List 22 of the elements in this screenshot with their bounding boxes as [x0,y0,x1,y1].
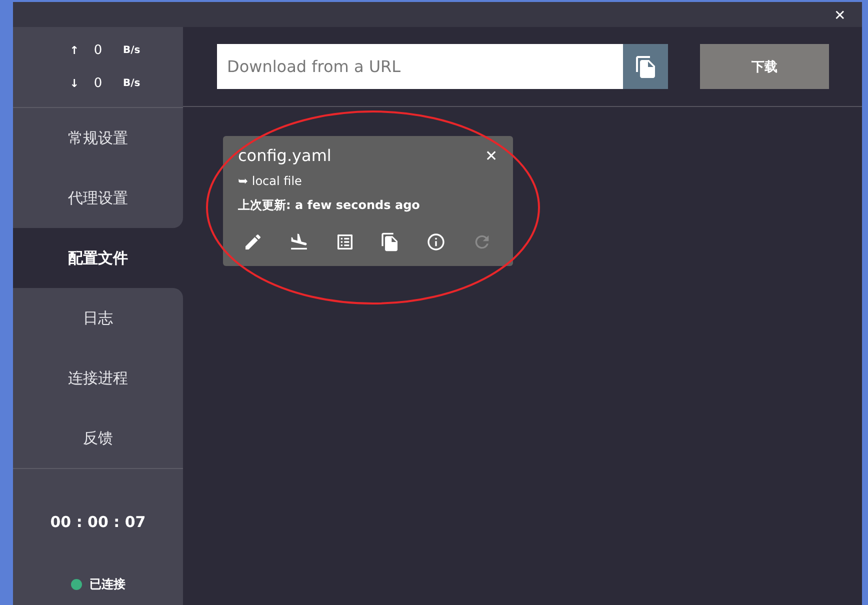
last-updated: 上次更新: a few seconds ago [238,197,421,214]
status-label: 已连接 [90,576,126,593]
sidebar-item[interactable]: 配置文件 [13,228,183,288]
profile-card[interactable]: config.yaml ✕ ➥ local file 上次更新: a few seconds ago [223,136,513,266]
arrow-label: ↑ [70,44,80,57]
sidebar-item[interactable]: 反馈 [13,408,183,468]
sidebar-item[interactable]: 常规设置 [13,108,183,168]
speed-value: 0 [92,76,104,91]
uptime-timer: 00 : 00 : 07 [50,513,146,531]
download-button[interactable]: 下载 [700,44,829,89]
speed-value: 0 [92,43,104,58]
sidebar-item[interactable]: 连接进程 [13,348,183,408]
close-button[interactable]: ✕ [830,6,850,22]
speed-unit: B/s [122,78,142,89]
close-button[interactable]: ✕ [485,146,498,164]
profile-source: ➥ local file [238,174,303,188]
profile-name: config.yaml [238,146,332,165]
sidebar-item[interactable]: 日志 [13,288,183,348]
arrow-label: ↓ [70,77,80,90]
sidebar-item[interactable]: 代理设置 [13,168,183,228]
url-field[interactable]: Download from a URL [217,44,623,89]
speed-unit: B/s [122,45,142,56]
